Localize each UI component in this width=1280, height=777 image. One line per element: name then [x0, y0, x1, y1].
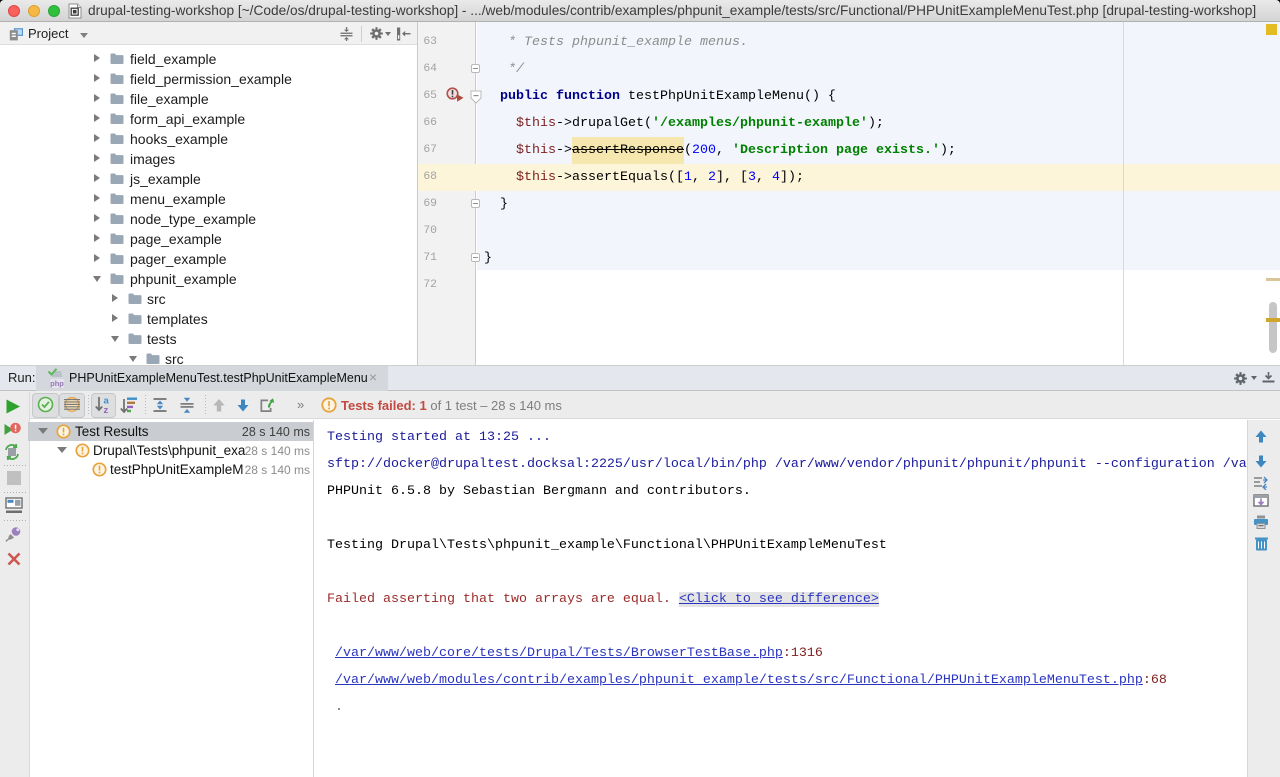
svg-text:php: php: [50, 379, 64, 388]
svg-text:z: z: [104, 405, 109, 414]
